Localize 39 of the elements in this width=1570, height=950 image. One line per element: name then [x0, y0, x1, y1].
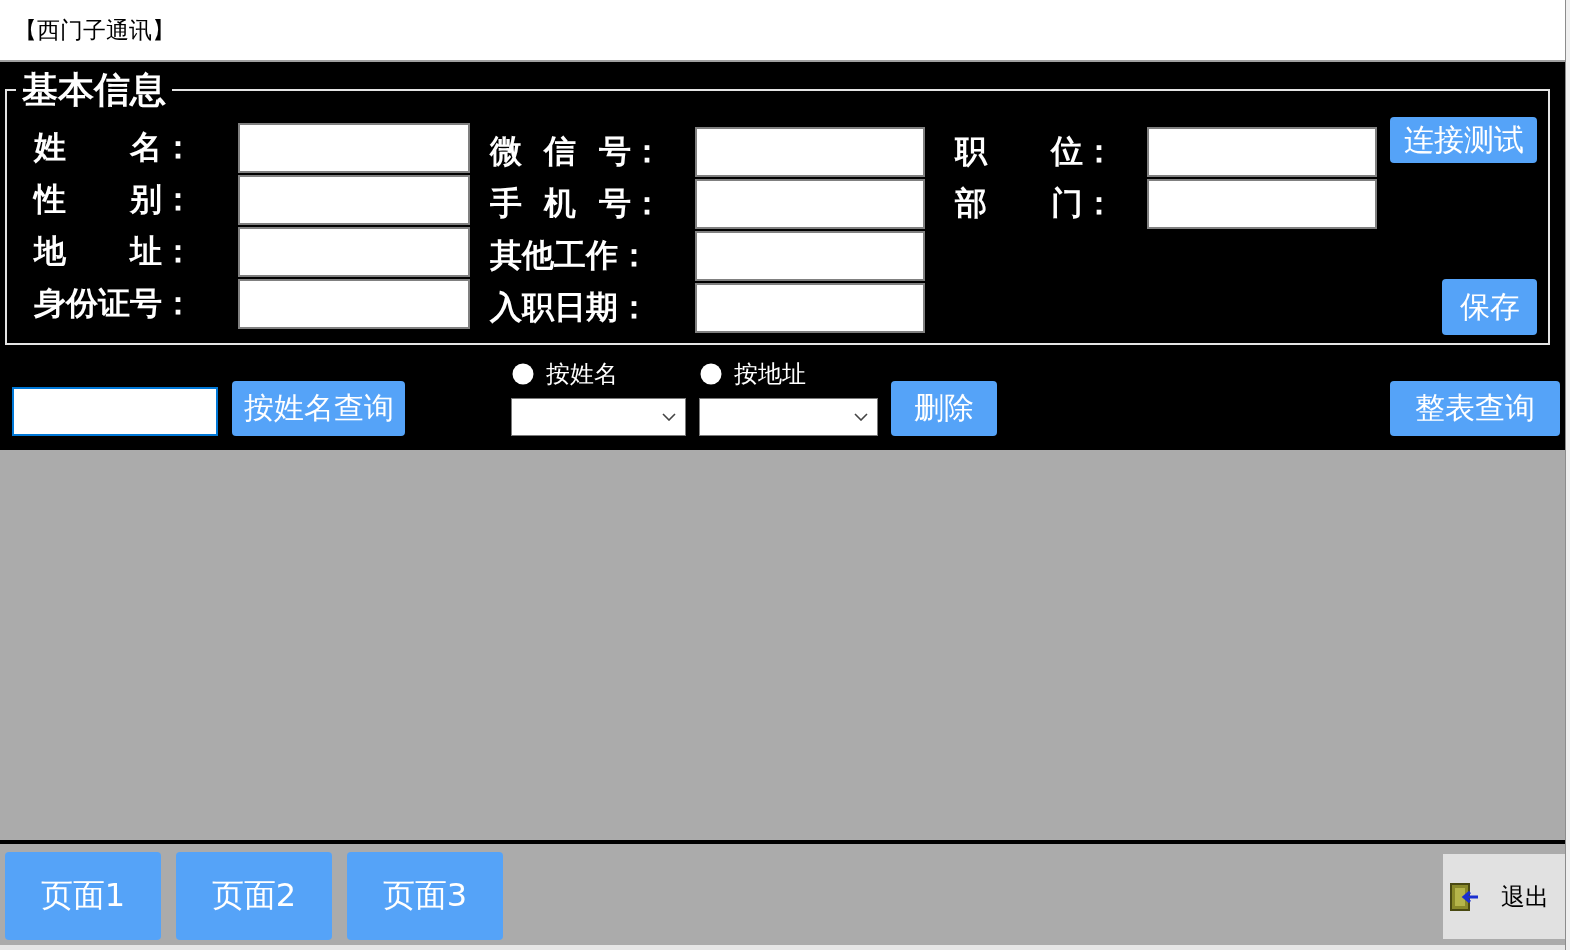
- text-input-field[interactable]: [238, 123, 470, 173]
- field-label: 姓 名：: [34, 127, 194, 168]
- field-label: 手 机 号：: [490, 183, 663, 224]
- radio-option[interactable]: 按地址: [699, 360, 806, 388]
- field-label: 地 址：: [34, 231, 194, 272]
- field-label: 入职日期：: [490, 287, 650, 328]
- text-input-field[interactable]: [695, 283, 925, 333]
- field-label: 性 别：: [34, 179, 194, 220]
- text-input-field[interactable]: [238, 227, 470, 277]
- text-input-field[interactable]: [695, 231, 925, 281]
- name-query-button[interactable]: 按姓名查询: [232, 381, 405, 436]
- full-table-query-button[interactable]: 整表查询: [1390, 381, 1560, 436]
- exit-button[interactable]: 退出: [1443, 854, 1565, 939]
- delete-button[interactable]: 删除: [891, 381, 997, 436]
- text-input-field[interactable]: [695, 179, 925, 229]
- search-input-field[interactable]: [12, 387, 218, 436]
- radio-option[interactable]: 按姓名: [511, 360, 618, 388]
- group-title: 基本信息: [21, 70, 167, 110]
- text-input-field[interactable]: [1147, 179, 1377, 229]
- field-label: 职 位：: [955, 131, 1115, 172]
- field-label: 部 门：: [955, 183, 1115, 224]
- field-label: 身份证号：: [34, 283, 194, 324]
- text-input-field[interactable]: [1147, 127, 1377, 177]
- dropdown-field[interactable]: [699, 398, 878, 436]
- save-button[interactable]: 保存: [1442, 279, 1537, 335]
- page-tab-button[interactable]: 页面2: [176, 852, 332, 940]
- connect-test-button[interactable]: 连接测试: [1390, 117, 1537, 163]
- field-label: 其他工作：: [490, 235, 650, 276]
- text-input-field[interactable]: [238, 175, 470, 225]
- field-label: 微 信 号：: [490, 131, 663, 172]
- window-title: 【西门子通讯】: [14, 15, 175, 45]
- chevron-down-icon: [662, 413, 676, 421]
- chevron-down-icon: [854, 413, 868, 421]
- door-arrow-icon: [1449, 881, 1479, 912]
- text-input-field[interactable]: [695, 127, 925, 177]
- page-tab-button[interactable]: 页面3: [347, 852, 503, 940]
- text-input-field[interactable]: [238, 279, 470, 329]
- dropdown-field[interactable]: [511, 398, 686, 436]
- page-tab-button[interactable]: 页面1: [5, 852, 161, 940]
